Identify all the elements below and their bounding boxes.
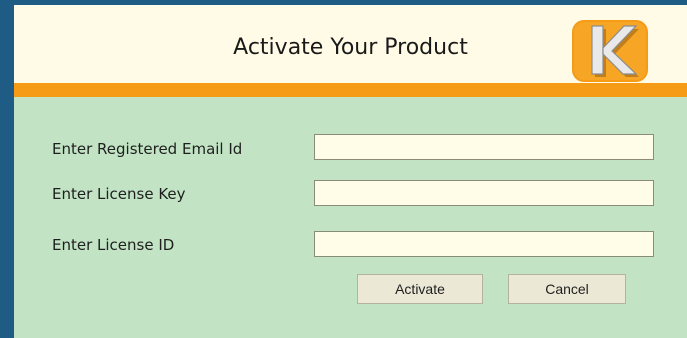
email-field[interactable] (314, 134, 654, 160)
header-accent-bar (14, 83, 687, 97)
email-label: Enter Registered Email Id (52, 140, 243, 158)
license-key-label: Enter License Key (52, 185, 186, 203)
license-id-field[interactable] (314, 231, 654, 257)
license-id-label: Enter License ID (52, 236, 175, 254)
window-left-border (0, 0, 14, 338)
activate-button[interactable]: Activate (357, 274, 483, 304)
activation-window: Activate Your Product K Enter Registered… (0, 0, 687, 338)
cancel-button[interactable]: Cancel (508, 274, 626, 304)
license-key-field[interactable] (314, 180, 654, 206)
logo-letter: K (572, 20, 573, 21)
logo: K (572, 20, 648, 82)
